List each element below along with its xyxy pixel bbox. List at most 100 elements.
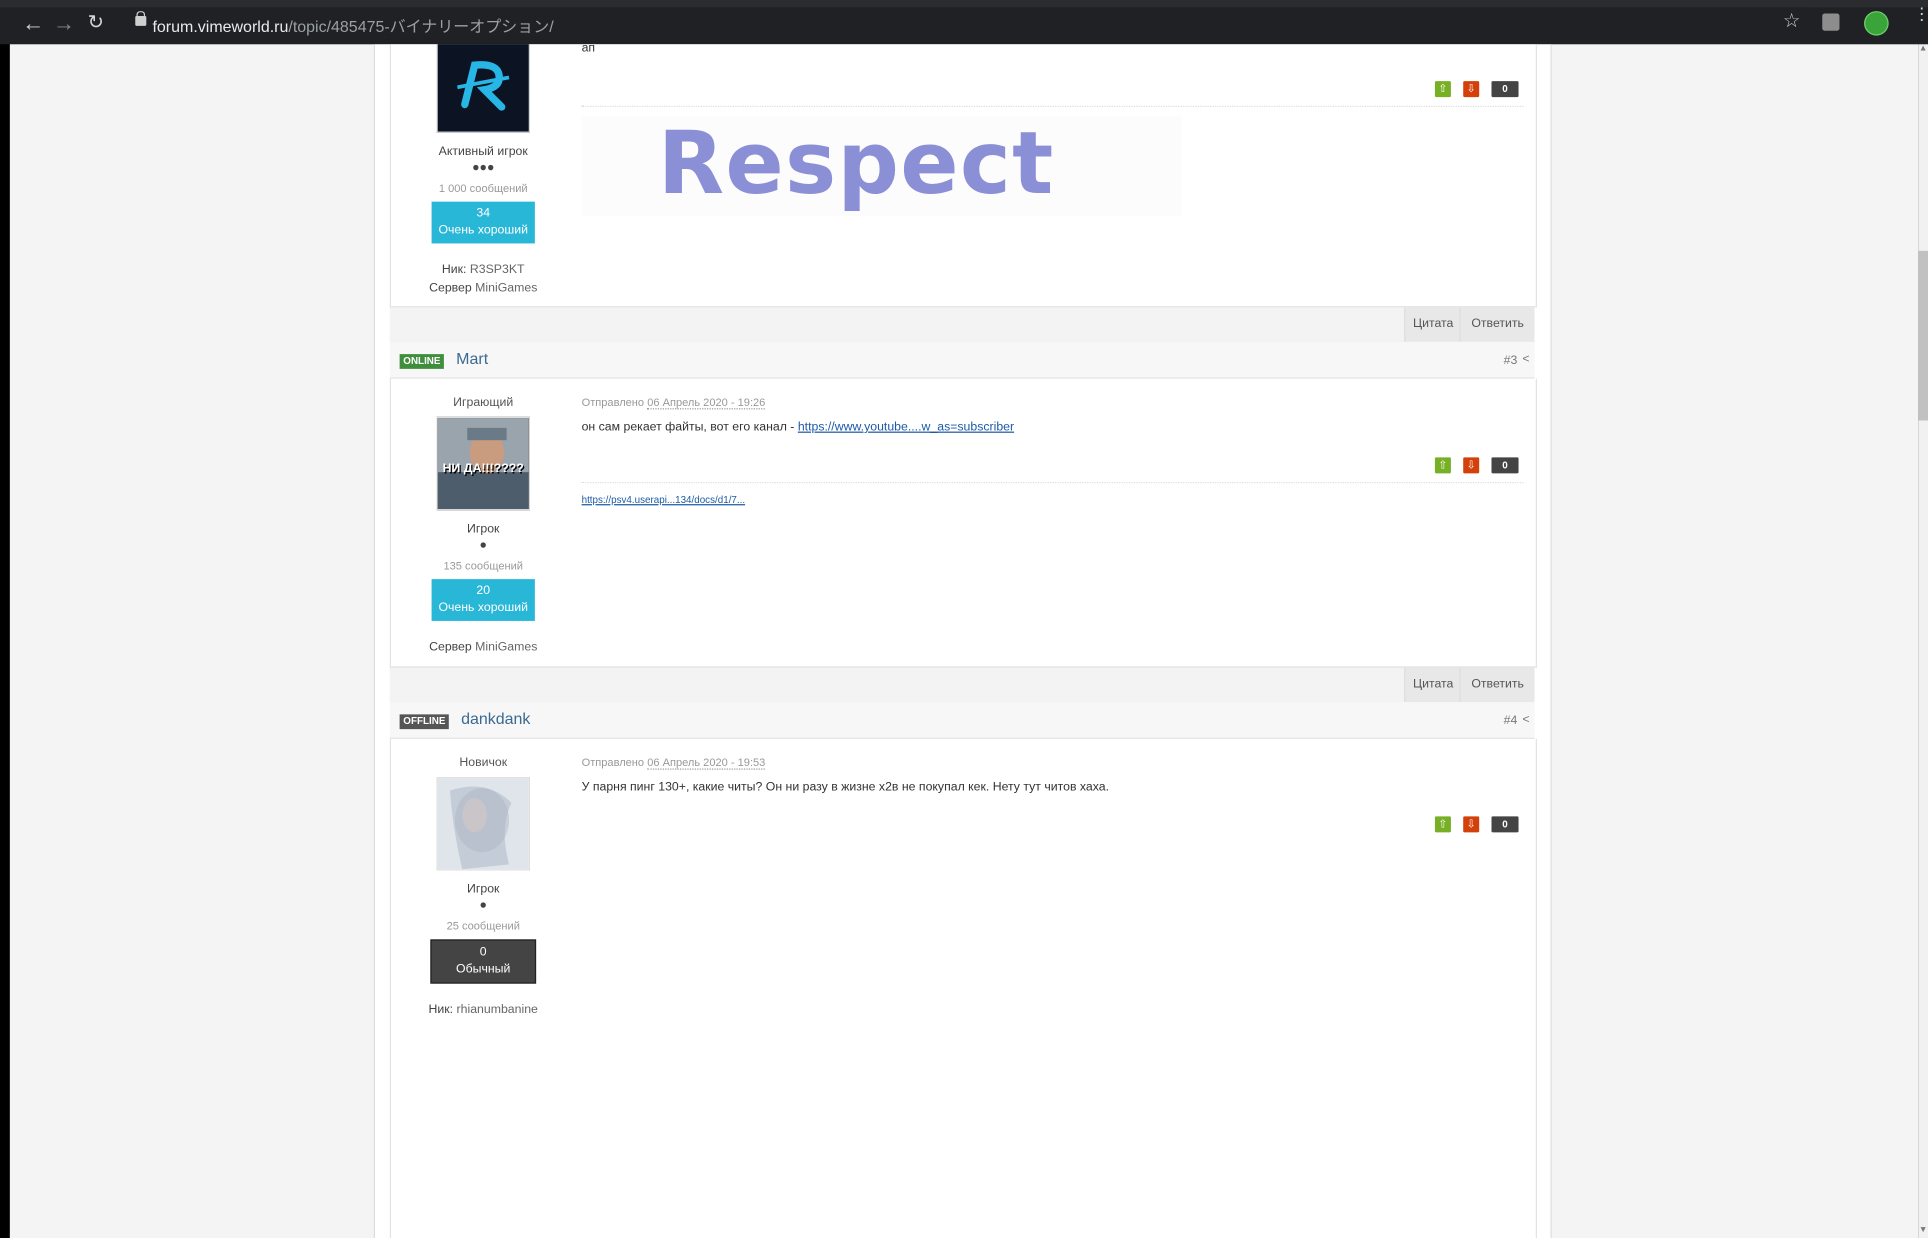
vote-up-icon[interactable]: ⇧ bbox=[1434, 816, 1451, 833]
scrollbar-thumb[interactable] bbox=[1918, 250, 1928, 421]
profile-avatar-icon[interactable] bbox=[1864, 11, 1889, 36]
vote-count: 0 bbox=[1491, 81, 1519, 98]
user-rank: Активный игрок bbox=[438, 145, 528, 159]
vote-count: 0 bbox=[1491, 816, 1519, 833]
vote-down-icon[interactable]: ⇩ bbox=[1463, 81, 1480, 98]
post-2-body: Отправлено 06 Апрель 2020 - 19:26 он сам… bbox=[581, 379, 1524, 505]
reputation-badge: 20 Очень хороший bbox=[431, 579, 535, 621]
status-badge: ONLINE bbox=[399, 354, 445, 369]
post-2: Играющий НИ ДА!!!???? Игрок ● 135 сообще… bbox=[389, 378, 1537, 668]
page-viewport: Активный игрок ●●● 1 000 сообщений 34 Оч… bbox=[9, 44, 1919, 1238]
youtube-link[interactable]: https://www.youtube....w_as=subscriber bbox=[798, 421, 1014, 435]
post-text: он сам рекает файты, вот его канал - htt… bbox=[582, 421, 1524, 435]
posted-label: Отправлено bbox=[581, 395, 645, 409]
message-count: 1 000 сообщений bbox=[438, 181, 528, 195]
nick-label: Ник: bbox=[441, 263, 467, 277]
reply-button[interactable]: Ответить bbox=[1459, 667, 1535, 703]
nick-value: R3SP3KT bbox=[469, 263, 525, 277]
user-meta: Сервер MiniGames bbox=[391, 638, 575, 656]
server-value: MiniGames bbox=[475, 640, 538, 655]
reputation-badge: 34 Очень хороший bbox=[431, 201, 535, 244]
share-icon[interactable]: < bbox=[1522, 353, 1529, 367]
post-1-body: ап ⇧ ⇩ 0 Respect bbox=[581, 44, 1524, 217]
post-number[interactable]: #3 bbox=[1504, 354, 1518, 368]
vote-down-icon[interactable]: ⇩ bbox=[1463, 457, 1480, 474]
post-1-actions: Цитата Ответить bbox=[389, 306, 1535, 344]
rank-pips: ● bbox=[479, 898, 487, 913]
url-text[interactable]: forum.vimeworld.ru/topic/485475-バイナリーオプシ… bbox=[152, 14, 553, 37]
user-avatar[interactable]: НИ ДА!!!???? bbox=[436, 416, 530, 511]
reputation-label: Очень хороший bbox=[438, 601, 528, 615]
user-meta: Ник: R3SP3KT Сервер MiniGames bbox=[391, 261, 575, 298]
user-rank-top: Играющий bbox=[453, 395, 514, 410]
avatar-photo-icon bbox=[437, 778, 529, 870]
extension-icon[interactable] bbox=[1822, 13, 1840, 31]
post-1: Активный игрок ●●● 1 000 сообщений 34 Оч… bbox=[389, 44, 1537, 308]
post-text: ап bbox=[581, 44, 596, 56]
page-scrollbar[interactable]: ▲ ▼ bbox=[1918, 44, 1928, 1238]
user-rank-top: Новичок bbox=[459, 756, 508, 770]
share-icon[interactable]: < bbox=[1522, 713, 1529, 727]
arrow-left-icon[interactable]: ← bbox=[22, 12, 44, 34]
signature: https://psv4.userapi...134/docs/d1/7... bbox=[582, 494, 745, 505]
post-3-header: OFFLINE dankdank #4 < bbox=[389, 702, 1535, 739]
vote-up-icon[interactable]: ⇧ bbox=[1434, 81, 1451, 98]
post-2-author: Играющий НИ ДА!!!???? Игрок ● 135 сообще… bbox=[391, 379, 575, 657]
lock-icon bbox=[135, 11, 147, 26]
address-bar[interactable]: forum.vimeworld.ru/topic/485475-バイナリーオプシ… bbox=[118, 7, 1815, 40]
reload-icon[interactable]: ↻ bbox=[85, 12, 107, 34]
posted-label: Отправлено bbox=[581, 756, 645, 769]
rank-pips: ●●● bbox=[472, 161, 495, 175]
server-value: MiniGames bbox=[475, 281, 538, 296]
posted-info: Отправлено 06 Апрель 2020 - 19:53 bbox=[581, 756, 1524, 770]
post-number[interactable]: #4 bbox=[1504, 714, 1518, 728]
post-2-header: ONLINE Mart #3 < bbox=[389, 341, 1535, 379]
vote-down-icon[interactable]: ⇩ bbox=[1463, 816, 1480, 833]
reply-button[interactable]: Ответить bbox=[1459, 307, 1535, 342]
vote-controls: ⇧ ⇩ 0 bbox=[1434, 457, 1521, 474]
posted-date: 06 Апрель 2020 - 19:26 bbox=[647, 395, 766, 410]
signature-divider bbox=[581, 105, 1524, 108]
post-text-body: он сам рекает файты, вот его канал - bbox=[581, 420, 798, 435]
reputation-badge: 0 Обычный bbox=[430, 939, 537, 984]
vote-count: 0 bbox=[1491, 457, 1519, 474]
user-avatar[interactable] bbox=[436, 44, 530, 133]
menu-dots-icon[interactable]: ⋮ bbox=[1913, 5, 1928, 22]
url-domain: forum.vimeworld.ru bbox=[152, 17, 289, 36]
post-3: Новичок Игрок ● 25 сообщений 0 Обычный Н… bbox=[389, 738, 1537, 1238]
scroll-down-icon[interactable]: ▼ bbox=[1918, 1226, 1928, 1238]
user-rank: Игрок bbox=[467, 522, 500, 537]
server-label: Сервер bbox=[429, 640, 472, 655]
user-meta: Ник: rhianumbanine bbox=[391, 1001, 575, 1019]
post-2-actions: Цитата Ответить bbox=[389, 666, 1535, 704]
user-rank: Игрок bbox=[467, 882, 500, 897]
vote-up-icon[interactable]: ⇧ bbox=[1434, 457, 1451, 474]
posted-info: Отправлено 06 Апрель 2020 - 19:26 bbox=[581, 395, 1524, 410]
signature-divider bbox=[581, 481, 1524, 484]
avatar-caption: НИ ДА!!!???? bbox=[442, 462, 524, 476]
rank-pips: ● bbox=[479, 538, 487, 553]
server-label: Сервер bbox=[429, 281, 472, 296]
username-link[interactable]: dankdank bbox=[461, 709, 530, 727]
r-logo-icon bbox=[437, 44, 529, 132]
reputation-value: 34 bbox=[476, 206, 491, 221]
user-avatar[interactable] bbox=[436, 777, 530, 871]
quote-button[interactable]: Цитата bbox=[1404, 667, 1461, 703]
username-link[interactable]: Mart bbox=[456, 349, 488, 367]
message-count: 25 сообщений bbox=[446, 919, 520, 932]
arrow-right-icon[interactable]: → bbox=[53, 12, 75, 34]
scroll-up-icon[interactable]: ▲ bbox=[1918, 44, 1928, 56]
forum-content: Активный игрок ●●● 1 000 сообщений 34 Оч… bbox=[373, 44, 1552, 1238]
post-3-author: Новичок Игрок ● 25 сообщений 0 Обычный Н… bbox=[391, 739, 575, 1019]
vote-controls: ⇧ ⇩ 0 bbox=[1434, 81, 1521, 98]
post-3-body: Отправлено 06 Апрель 2020 - 19:53 У парн… bbox=[581, 739, 1524, 833]
message-count: 135 сообщений bbox=[443, 559, 523, 572]
quote-button[interactable]: Цитата bbox=[1404, 307, 1461, 342]
nick-value: rhianumbanine bbox=[456, 1003, 538, 1017]
star-icon[interactable]: ☆ bbox=[1783, 12, 1801, 32]
post-1-author: Активный игрок ●●● 1 000 сообщений 34 Оч… bbox=[391, 44, 575, 297]
reputation-value: 20 bbox=[476, 584, 491, 598]
signature-link[interactable]: https://psv4.userapi...134/docs/d1/7... bbox=[582, 494, 745, 505]
signature-image: Respect bbox=[581, 115, 1182, 217]
post-text: У парня пинг 130+, какие читы? Он ни раз… bbox=[581, 780, 1110, 795]
